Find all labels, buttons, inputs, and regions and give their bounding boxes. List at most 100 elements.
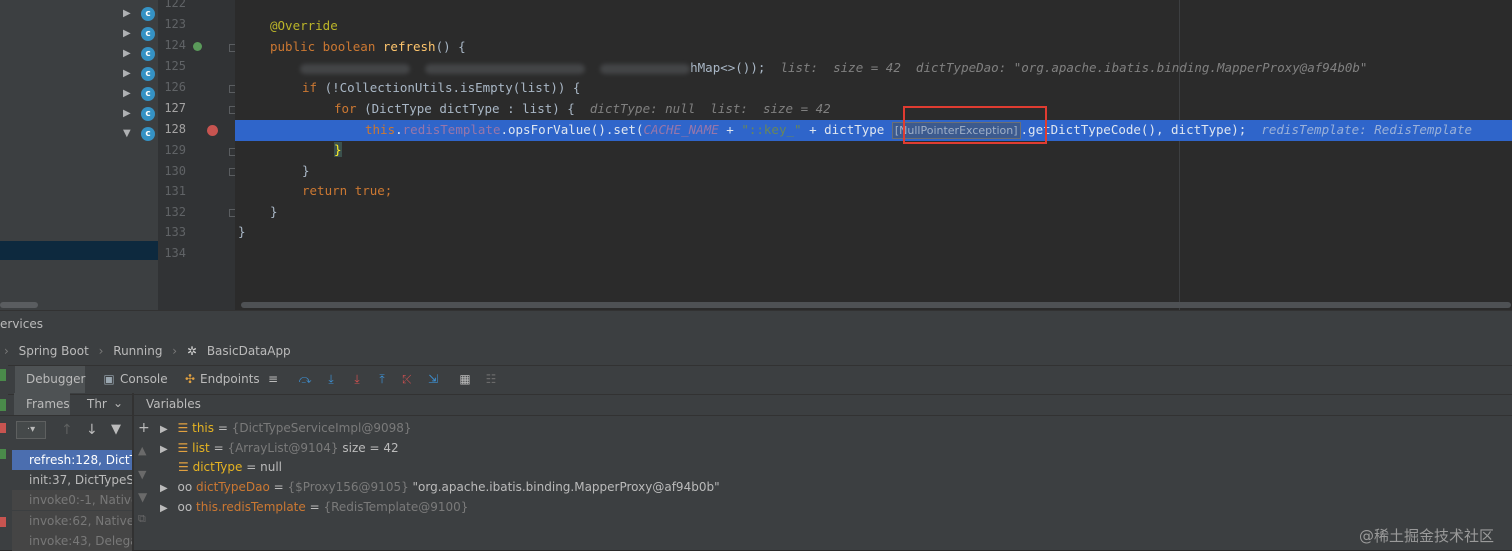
crumb-app[interactable]: BasicDataApp <box>207 344 291 358</box>
chevron-right-icon: › <box>98 344 104 358</box>
tree-node[interactable]: ▶ c <box>0 44 158 64</box>
line-number: 125 <box>164 59 186 73</box>
project-tree: ▶ c ▶ c ▶ c ▶ c ▶ c ▶ c ▼ c <box>0 0 158 310</box>
tree-scrollbar[interactable] <box>0 302 38 308</box>
resume-icon[interactable] <box>0 369 6 381</box>
class-icon: c <box>141 107 155 121</box>
field-icon: ☰ <box>177 421 189 435</box>
drop-frame-icon[interactable]: ⤪ <box>400 372 414 386</box>
frame-row[interactable]: refresh:128, DictTy <box>12 450 132 470</box>
tab-endpoints[interactable]: Endpoints <box>200 372 260 386</box>
right-margin-guide <box>1179 0 1180 310</box>
expand-arrow-icon[interactable]: ▶ <box>160 424 168 435</box>
expand-arrow-icon[interactable]: ▶ <box>160 444 168 455</box>
frame-row[interactable]: invoke:62, NativeM <box>12 511 132 531</box>
redacted-code <box>425 63 586 74</box>
code-line-126: if (!CollectionUtils.isEmpty(list)) { <box>302 80 581 95</box>
run-to-cursor-icon[interactable]: ⇲ <box>426 372 440 386</box>
chevron-down-icon[interactable]: ⌄ <box>113 396 123 410</box>
tab-console[interactable]: Console <box>120 372 168 386</box>
frame-row[interactable]: init:37, DictTypeSe <box>12 470 132 490</box>
breakpoint-icon[interactable] <box>207 125 218 136</box>
crumb-running[interactable]: Running <box>113 344 162 358</box>
crumb-spring-boot[interactable]: Spring Boot <box>19 344 89 358</box>
chevron-right-icon[interactable]: ▶ <box>123 88 131 99</box>
duplicate-icon[interactable]: ⧉ <box>138 512 146 526</box>
class-icon: c <box>141 27 155 41</box>
tree-selected-row[interactable] <box>0 241 158 260</box>
tree-node[interactable]: ▶ c <box>0 4 158 24</box>
chevron-right-icon[interactable]: ▶ <box>123 8 131 19</box>
line-number: 123 <box>164 17 186 31</box>
menu-icon[interactable]: ≡ <box>266 372 280 386</box>
chevron-right-icon[interactable]: ▶ <box>123 28 131 39</box>
chevron-right-icon[interactable]: ▶ <box>123 108 131 119</box>
field-icon: ☰ <box>178 460 189 474</box>
watch-glasses-icon: oo <box>177 500 193 514</box>
field-icon: ☰ <box>177 441 189 455</box>
variable-row[interactable]: ▶ ☰ list = {ArrayList@9104} size = 42 <box>160 438 399 458</box>
arrow-up-icon[interactable]: ↑ <box>61 422 73 438</box>
variable-row[interactable]: ▶ oo dictTypeDao = {$Proxy156@9105} "org… <box>160 477 720 497</box>
chevron-right-icon[interactable]: ▶ <box>123 68 131 79</box>
move-down-icon[interactable]: ▼ <box>138 468 146 481</box>
code-line-133: } <box>238 224 246 239</box>
tab-threads[interactable]: Thr <box>87 397 107 411</box>
class-icon: c <box>141 67 155 81</box>
chevron-right-icon[interactable]: ▶ <box>123 48 131 59</box>
trace-icon[interactable]: ☷ <box>484 372 498 386</box>
variables-label: Variables <box>146 397 201 411</box>
stop-icon[interactable] <box>0 423 6 433</box>
watermark: @稀土掘金技术社区 <box>1358 527 1494 545</box>
add-watch-icon[interactable]: + <box>138 420 150 436</box>
tree-node[interactable]: ▶ c <box>0 84 158 104</box>
redacted-code <box>600 63 691 74</box>
filter-icon[interactable]: ▼ <box>111 422 121 437</box>
code-line-132: } <box>270 204 278 219</box>
step-into-icon[interactable]: ⤓ <box>350 372 364 386</box>
code-line-130: } <box>302 163 310 178</box>
tree-node[interactable]: ▶ c <box>0 24 158 44</box>
inline-debug-hint: redisTemplate: RedisTemplate <box>1261 122 1473 137</box>
tree-node[interactable]: ▶ c <box>0 64 158 84</box>
tree-node[interactable]: ▶ c <box>0 104 158 124</box>
line-number: 132 <box>164 205 186 219</box>
code-editor[interactable]: @Override public boolean refresh() { hMa… <box>235 0 1512 310</box>
override-marker-icon[interactable] <box>193 42 202 51</box>
code-line-131: return true; <box>302 183 393 198</box>
variables-header: Variables <box>134 393 1512 416</box>
line-number: 122 <box>164 0 186 10</box>
expand-arrow-icon[interactable]: ▶ <box>160 503 168 514</box>
chevron-down-icon[interactable]: ▼ <box>123 128 131 139</box>
variable-row[interactable]: ☰ dictType = null <box>178 457 282 477</box>
variable-row[interactable]: ▶ ☰ this = {DictTypeServiceImpl@9098} <box>160 418 412 438</box>
variable-row[interactable]: ▶ oo this.redisTemplate = {RedisTemplate… <box>160 497 468 517</box>
line-number: 128 <box>164 122 186 136</box>
tree-node[interactable]: ▼ c <box>0 124 158 144</box>
debugger-toolbar: Debugger ▣ Console ✣ Endpoints ≡ ⤼ ⤓ ⤓ ⤒… <box>0 365 1512 395</box>
highlight-annotation-box <box>903 106 1047 144</box>
expand-arrow-icon[interactable]: ▶ <box>160 483 168 494</box>
redacted-code <box>300 63 410 74</box>
step-over-icon[interactable]: ⤓ <box>324 372 338 386</box>
line-number: 124 <box>164 38 186 52</box>
arrow-down-icon[interactable]: ↓ <box>86 422 98 438</box>
mute-breakpoints-icon[interactable] <box>0 517 6 527</box>
move-down-icon[interactable]: ▼ <box>138 490 147 504</box>
tab-debugger[interactable]: Debugger <box>26 372 85 386</box>
class-icon: c <box>141 87 155 101</box>
move-up-icon[interactable]: ▲ <box>138 444 146 457</box>
show-execution-point-icon[interactable]: ⤼ <box>298 372 312 386</box>
frame-row[interactable]: invoke:43, Delegat <box>12 531 132 551</box>
services-title: ervices <box>0 317 43 331</box>
editor-scrollbar[interactable] <box>241 302 1511 308</box>
inline-debug-hint: list: size = 42 dictTypeDao: "org.apache… <box>780 60 1368 75</box>
debug-icon[interactable] <box>0 449 6 459</box>
frame-row[interactable]: invoke0:-1, Native <box>12 490 132 510</box>
thread-selector-dropdown[interactable]: ·▾ <box>16 421 46 439</box>
step-out-icon[interactable]: ⤒ <box>375 372 389 386</box>
line-number: 130 <box>164 164 186 178</box>
tab-frames[interactable]: Frames <box>26 397 70 411</box>
evaluate-expression-icon[interactable]: ▦ <box>458 372 472 386</box>
code-line-127: for (DictType dictType : list) { dictTyp… <box>334 101 831 116</box>
